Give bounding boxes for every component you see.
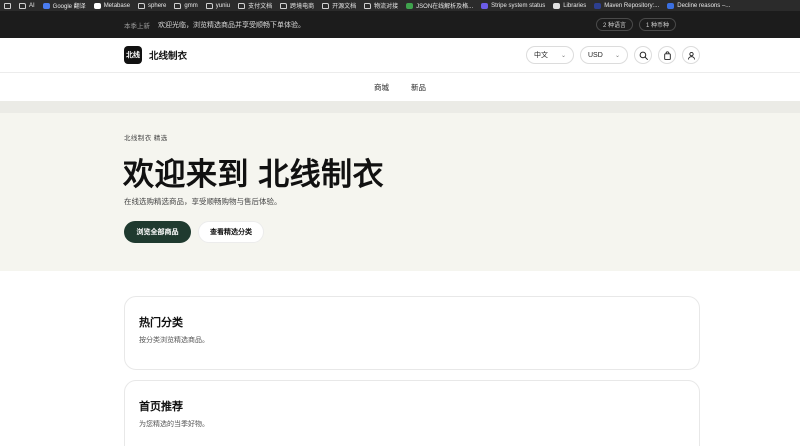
site-header: 北线 北线制衣 中文 ⌄ USD ⌄ (0, 38, 800, 73)
chevron-down-icon: ⌄ (614, 52, 620, 59)
nav-item-new[interactable]: 新品 (411, 82, 426, 93)
announcement-tag: 本季上新 (124, 22, 150, 30)
folder-icon (19, 2, 26, 9)
logo-text: 北线 (126, 52, 140, 59)
bookmark-ai[interactable]: AI (19, 2, 35, 9)
shopping-bag-icon (663, 50, 671, 60)
currency-count-badge: 1 种币种 (638, 18, 676, 31)
folder-icon (280, 2, 288, 9)
hero-section: 北线制衣 精选 欢迎来到 北线制衣 在线选购精选商品，享受顺畅购物与售后体验。 … (0, 113, 800, 271)
bookmark-stripe[interactable]: Stripe system status (481, 2, 546, 9)
bookmark-label: Maven Repository:... (604, 2, 660, 9)
cart-button[interactable] (658, 46, 676, 64)
bookmarks-bar: AI Google 翻译 Metabase sphere gmm yuniu 支… (0, 0, 800, 11)
bookmark-payment-docs[interactable]: 支付文档 (238, 1, 272, 10)
bookmark-label: sphere (148, 2, 167, 9)
currency-value: USD (588, 51, 603, 59)
folder-icon (138, 2, 146, 9)
chevron-down-icon: ⌄ (560, 52, 566, 59)
search-button[interactable] (634, 46, 652, 64)
section-subtitle: 按分类浏览精选商品。 (139, 337, 209, 344)
bookmark-yuniu[interactable]: yuniu (205, 2, 231, 9)
folder-icon (205, 2, 213, 9)
stripe-icon (481, 2, 489, 9)
header-actions: 中文 ⌄ USD ⌄ (526, 46, 700, 64)
folder-icon (174, 2, 182, 9)
bookmark-label: 物流对接 (374, 4, 399, 10)
section-card-categories: 热门分类 按分类浏览精选商品。 (124, 296, 700, 370)
hero-divider (0, 101, 800, 113)
announcement-bar: 本季上新 欢迎光临，浏览精选商品并享受顺畅下单体验。 2 种语言 1 种币种 (0, 11, 800, 38)
bookmark-label: Decline reasons –... (677, 2, 731, 9)
section-subtitle: 为您精选的当季好物。 (139, 421, 209, 428)
bookmark-open-source-docs[interactable]: 开源文档 (322, 1, 356, 10)
libraries-icon (553, 2, 561, 9)
bookmark-cross-border[interactable]: 跨境电商 (280, 1, 314, 10)
logo[interactable]: 北线 (124, 46, 142, 64)
bookmark-logistics[interactable]: 物流对接 (364, 1, 398, 10)
bookmark-label: JSON在线解析及格... (416, 4, 474, 10)
brand-name[interactable]: 北线制衣 (149, 48, 187, 62)
bookmark-label: 开源文档 (332, 4, 357, 10)
bookmark-maven[interactable]: Maven Repository:... (594, 2, 660, 9)
bookmark-decline-reasons[interactable]: Decline reasons –... (667, 2, 731, 9)
bookmark-libraries[interactable]: Libraries (553, 2, 587, 9)
bookmark-label: 跨境电商 (290, 4, 315, 10)
language-value: 中文 (534, 52, 548, 59)
section-title: 热门分类 (139, 317, 183, 329)
metabase-icon (93, 2, 101, 9)
section-title: 首页推荐 (139, 401, 183, 413)
hero-eyebrow: 北线制衣 精选 (124, 135, 168, 142)
nav-item-shop[interactable]: 商城 (374, 82, 389, 93)
search-icon (639, 51, 648, 60)
maven-icon (594, 2, 602, 9)
folder-icon (322, 2, 330, 9)
folder-icon (238, 2, 246, 9)
bookmark-metabase[interactable]: Metabase (93, 2, 131, 9)
bookmark-apps[interactable] (4, 2, 11, 9)
hero-title: 欢迎来到 北线制衣 (123, 157, 385, 192)
currency-select[interactable]: USD ⌄ (580, 46, 628, 64)
bookmark-label: AI (29, 2, 35, 9)
language-select[interactable]: 中文 ⌄ (526, 46, 574, 64)
hero-subtitle: 在线选购精选商品，享受顺畅购物与售后体验。 (124, 197, 282, 206)
grid-icon (4, 2, 11, 9)
bookmark-label: Libraries (563, 2, 587, 9)
bookmark-label: 支付文档 (248, 4, 273, 10)
bookmark-label: Metabase (103, 2, 131, 9)
main-nav: 商城 新品 (0, 73, 800, 101)
bookmark-sphere[interactable]: sphere (138, 2, 167, 9)
browse-all-button[interactable]: 浏览全部商品 (124, 221, 191, 243)
bookmark-json[interactable]: JSON在线解析及格... (406, 1, 473, 10)
announcement-text: 欢迎光临，浏览精选商品并享受顺畅下单体验。 (158, 21, 305, 29)
decline-icon (667, 2, 675, 9)
bookmark-label: Google 翻译 (52, 4, 86, 10)
bookmark-label: gmm (184, 2, 198, 9)
language-count-badge: 2 种语言 (595, 18, 633, 31)
translate-icon (42, 2, 50, 9)
bookmark-google-translate[interactable]: Google 翻译 (42, 1, 86, 10)
bookmark-label: yuniu (215, 2, 231, 9)
account-button[interactable] (682, 46, 700, 64)
json-icon (406, 2, 414, 9)
view-categories-button[interactable]: 查看精选分类 (198, 221, 264, 243)
folder-icon (364, 2, 372, 9)
user-icon (687, 51, 695, 60)
bookmark-gmm[interactable]: gmm (174, 2, 198, 9)
bookmark-label: Stripe system status (491, 2, 546, 9)
section-card-recommended: 首页推荐 为您精选的当季好物。 (124, 380, 700, 446)
announcement-pills: 2 种语言 1 种币种 (595, 18, 676, 31)
